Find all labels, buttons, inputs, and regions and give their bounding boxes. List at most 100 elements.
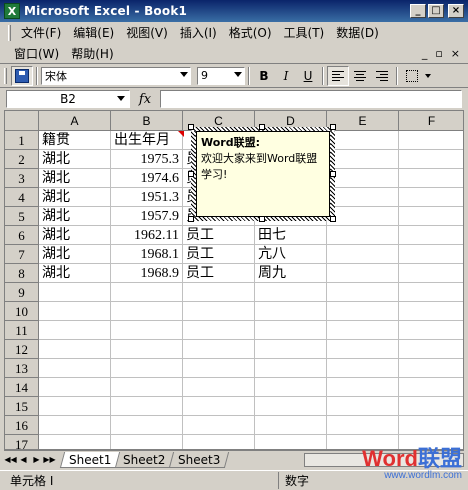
grid-cell[interactable] <box>255 321 327 340</box>
grid-cell[interactable] <box>327 397 399 416</box>
grid-cell[interactable]: 1968.9 <box>111 264 183 283</box>
grid-cell[interactable] <box>111 416 183 435</box>
grid-cell[interactable]: 员工 <box>183 264 255 283</box>
grid-cell[interactable] <box>399 283 463 302</box>
grid-cell[interactable] <box>255 397 327 416</box>
grid-cell[interactable] <box>399 226 463 245</box>
row-header[interactable]: 1 <box>5 131 39 150</box>
row-header[interactable]: 13 <box>5 359 39 378</box>
grid-cell[interactable]: 周九 <box>255 264 327 283</box>
menu-data[interactable]: 数据(D) <box>330 23 385 42</box>
font-size-select[interactable]: 9 <box>197 66 245 85</box>
grid-cell[interactable]: 湖北 <box>39 245 111 264</box>
row-header[interactable]: 3 <box>5 169 39 188</box>
first-sheet-button[interactable]: ◀◀ <box>4 453 17 467</box>
resize-handle[interactable] <box>188 124 194 130</box>
grid-cell[interactable] <box>39 283 111 302</box>
grid-cell[interactable] <box>39 321 111 340</box>
grid-cell[interactable] <box>327 245 399 264</box>
column-header-e[interactable]: E <box>327 111 399 131</box>
grid-cell[interactable] <box>327 131 399 150</box>
grid-cell[interactable]: 湖北 <box>39 188 111 207</box>
grid-cell[interactable] <box>255 416 327 435</box>
grid-cell[interactable] <box>111 321 183 340</box>
row-header[interactable]: 12 <box>5 340 39 359</box>
grid-cell[interactable] <box>399 188 463 207</box>
grid-cell[interactable]: 1951.3 <box>111 188 183 207</box>
next-sheet-button[interactable]: ▶ <box>30 453 43 467</box>
comment-text[interactable]: 欢迎大家来到Word联盟学习! <box>201 151 325 183</box>
grid-cell[interactable] <box>111 340 183 359</box>
grid-cell[interactable] <box>399 321 463 340</box>
row-header[interactable]: 16 <box>5 416 39 435</box>
menu-edit[interactable]: 编辑(E) <box>67 23 120 42</box>
row-header[interactable]: 8 <box>5 264 39 283</box>
doc-minimize-button[interactable]: _ <box>422 47 428 60</box>
borders-button[interactable] <box>401 66 423 86</box>
save-button[interactable] <box>11 65 33 86</box>
resize-handle[interactable] <box>259 216 265 222</box>
grid-cell[interactable] <box>255 359 327 378</box>
menu-insert[interactable]: 插入(I) <box>174 23 223 42</box>
resize-handle[interactable] <box>330 216 336 222</box>
toolbar-grip[interactable] <box>4 67 7 84</box>
font-name-select[interactable]: 宋体 <box>41 66 191 85</box>
grid-cell[interactable] <box>111 397 183 416</box>
grid-cell[interactable] <box>39 435 111 449</box>
grid-cell[interactable] <box>399 302 463 321</box>
grid-cell[interactable] <box>327 321 399 340</box>
tab-sheet2[interactable]: Sheet2 <box>114 451 175 468</box>
grid-cell[interactable]: 1974.6 <box>111 169 183 188</box>
grid-cell[interactable] <box>399 359 463 378</box>
menu-grip[interactable] <box>8 24 11 41</box>
name-box[interactable]: B2 <box>6 90 130 108</box>
grid-cell[interactable] <box>327 207 399 226</box>
grid-cell[interactable] <box>399 131 463 150</box>
menu-tools[interactable]: 工具(T) <box>278 23 331 42</box>
bold-button[interactable]: B <box>253 66 275 86</box>
align-right-button[interactable] <box>371 66 393 86</box>
grid-cell[interactable]: 湖北 <box>39 264 111 283</box>
chevron-down-icon[interactable] <box>234 71 242 77</box>
grid-cell[interactable] <box>39 416 111 435</box>
resize-handle[interactable] <box>259 124 265 130</box>
grid-cell[interactable]: 亢八 <box>255 245 327 264</box>
grid-cell[interactable] <box>39 397 111 416</box>
resize-handle[interactable] <box>330 124 336 130</box>
grid-cell[interactable] <box>399 264 463 283</box>
menu-format[interactable]: 格式(O) <box>223 23 278 42</box>
resize-handle[interactable] <box>330 171 336 177</box>
align-left-button[interactable] <box>327 65 349 86</box>
prev-sheet-button[interactable]: ◀ <box>17 453 30 467</box>
grid-cell[interactable] <box>183 359 255 378</box>
chevron-down-icon[interactable] <box>180 71 188 77</box>
select-all-corner[interactable] <box>5 111 39 131</box>
excel-icon[interactable]: X <box>4 3 20 19</box>
doc-restore-button[interactable]: ▫ <box>435 47 442 60</box>
row-header[interactable]: 7 <box>5 245 39 264</box>
grid-cell[interactable] <box>399 169 463 188</box>
grid-cell[interactable]: 员工 <box>183 226 255 245</box>
menu-help[interactable]: 帮助(H) <box>65 44 119 63</box>
grid-cell[interactable] <box>399 150 463 169</box>
grid-cell[interactable]: 1975.3 <box>111 150 183 169</box>
maximize-button[interactable]: □ <box>428 4 444 18</box>
grid-cell[interactable] <box>183 397 255 416</box>
grid-cell[interactable] <box>111 435 183 449</box>
grid-cell[interactable] <box>399 378 463 397</box>
grid-cell[interactable] <box>39 359 111 378</box>
grid-cell[interactable] <box>183 378 255 397</box>
grid-cell[interactable]: 1957.9 <box>111 207 183 226</box>
grid-cell[interactable] <box>327 226 399 245</box>
grid-cell[interactable] <box>39 340 111 359</box>
grid-cell[interactable] <box>183 340 255 359</box>
menu-file[interactable]: 文件(F) <box>15 23 67 42</box>
grid-cell[interactable] <box>327 416 399 435</box>
resize-handle[interactable] <box>188 216 194 222</box>
row-header[interactable]: 2 <box>5 150 39 169</box>
column-header-b[interactable]: B <box>111 111 183 131</box>
grid-cell[interactable] <box>327 340 399 359</box>
function-icon[interactable]: fx <box>130 92 160 107</box>
grid-cell[interactable] <box>399 416 463 435</box>
grid-cell[interactable] <box>399 245 463 264</box>
